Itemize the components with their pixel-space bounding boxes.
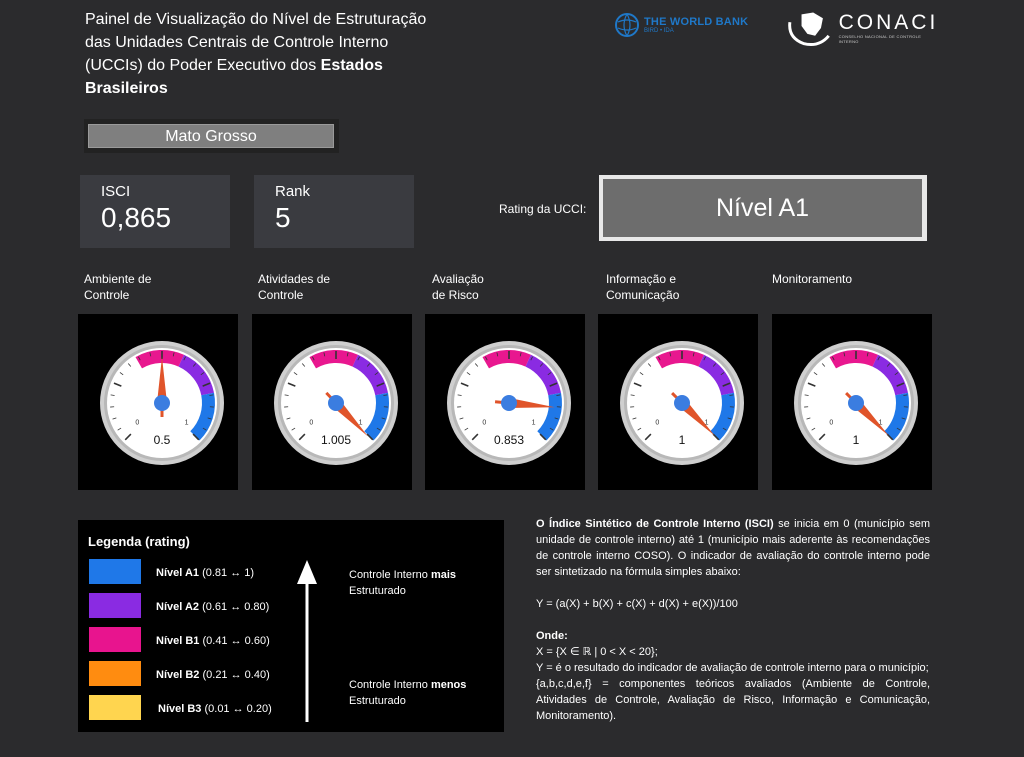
legend-swatch-b1 <box>89 627 141 652</box>
isci-label: ISCI <box>101 183 131 200</box>
legend-bottom-text: Controle Interno menos Estruturado <box>349 679 467 707</box>
description-intro: O Índice Sintético de Controle Interno (… <box>536 518 930 578</box>
legend-top-text: Controle Interno mais Estruturado <box>349 569 457 597</box>
gauge-value: 0.5 <box>154 433 171 447</box>
gauge-value: 0.853 <box>494 433 524 447</box>
rank-label: Rank <box>275 183 311 200</box>
gauge-monitoramento: 011 <box>772 314 932 490</box>
gauge-max-label: 1 <box>532 420 536 427</box>
conaci-sub: CONSELHO NACIONAL DE CONTROLE INTERNO <box>838 34 922 44</box>
gauge-label-atividades: Atividades de Controle <box>258 272 331 302</box>
legend-title: Legenda (rating) <box>88 534 190 549</box>
legend-item-b3: Nível B3 (0.01 ↔ 0.20) <box>158 703 272 715</box>
worldbank-name: THE WORLD BANK <box>644 16 749 28</box>
legend-swatch-b2 <box>89 661 141 686</box>
gauge-svg: 0 11 <box>794 341 918 465</box>
gauge-atividades: 0 1 1.005 <box>252 314 412 490</box>
description-line-x: X = {X ∈ ℝ | 0 < X < 20}; <box>536 646 658 658</box>
isci-card: ISCI 0,865 <box>80 175 230 248</box>
title-line: Painel de Visualização do Nível de Estru… <box>85 11 427 28</box>
gauge-avaliacao: 0 1 0.853 <box>425 314 585 490</box>
conaci-logo: CONACI CONSELHO NACIONAL DE CONTROLE INT… <box>786 8 940 48</box>
gauge-min-label: 0 <box>655 420 659 427</box>
gauge-svg: 0 11.005 <box>274 341 398 465</box>
gauge-svg: 0 1 0.853 <box>447 341 571 465</box>
globe-icon <box>615 13 639 37</box>
legend-item-b1: Nível B1 (0.41 ↔ 0.60) <box>156 635 270 647</box>
title-line: das Unidades Centrais de Controle Intern… <box>85 34 389 51</box>
gauge-label-ambiente: Ambiente de Controle <box>84 272 152 302</box>
rating-label: Rating da UCCI: <box>499 202 587 216</box>
legend-swatch-a1 <box>89 559 141 584</box>
rating-value: Nível A1 <box>603 179 922 237</box>
description-onde: Onde: <box>536 630 568 642</box>
description-formula: Y = (a(X) + b(X) + c(X) + d(X) + e(X))/1… <box>536 598 738 610</box>
rank-card: Rank 5 <box>254 175 414 248</box>
worldbank-logo: THE WORLD BANK BIRD • IDA <box>614 12 748 38</box>
gauge-svg: 0 10.5 <box>100 341 224 465</box>
rating-box: Nível A1 <box>599 175 927 241</box>
gauge-max-label: 1 <box>185 420 189 427</box>
isci-value: 0,865 <box>101 202 172 233</box>
title-line: Brasileiros <box>85 80 168 97</box>
gauge-hub <box>501 395 517 411</box>
gauge-label-monitoramento: Monitoramento <box>772 272 853 286</box>
logos: THE WORLD BANK BIRD • IDA CONACI CONSELH… <box>614 8 935 52</box>
gauge-informacao: 011 <box>598 314 758 490</box>
legend-item-a1: Nível A1 (0.81 ↔ 1) <box>156 567 255 579</box>
gauge-label-avaliacao: Avaliação de Risco <box>432 272 484 302</box>
description-line-y: Y = é o resultado do indicador de avalia… <box>536 662 929 674</box>
gauge-ambiente: 0 1 0.5 <box>78 314 238 490</box>
gauge-hub <box>848 395 864 411</box>
state-dropdown[interactable]: Mato Grosso <box>88 124 334 148</box>
gauge-min-label: 0 <box>829 420 833 427</box>
up-arrow-icon <box>297 560 317 722</box>
legend-panel: Legenda (rating) Nível A1 (0.81 ↔ 1) Nív… <box>78 520 504 732</box>
legend-item-b2: Nível B2 (0.21 ↔ 0.40) <box>156 669 270 681</box>
gauge-min-label: 0 <box>135 420 139 427</box>
legend-swatch-a2 <box>89 593 141 618</box>
gauge-svg: 0 11 <box>620 341 744 465</box>
brazil-map-icon <box>788 12 830 46</box>
gauge-min-label: 0 <box>482 420 486 427</box>
description-line-abc: {a,b,c,d,e,f} = componentes teóricos ava… <box>536 678 930 722</box>
title-line: (UCCIs) do Poder Executivo dos Estados <box>85 57 383 74</box>
worldbank-sub: BIRD • IDA <box>644 28 674 34</box>
rank-value: 5 <box>275 202 291 233</box>
gauge-value: 1 <box>679 433 686 447</box>
legend-item-a2: Nível A2 (0.61 ↔ 0.80) <box>156 601 270 613</box>
isci-description: O Índice Sintético de Controle Interno (… <box>536 516 930 724</box>
gauge-min-label: 0 <box>309 420 313 427</box>
conaci-name: CONACI <box>838 11 939 34</box>
page-title: Painel de Visualização do Nível de Estru… <box>85 8 485 100</box>
gauge-hub <box>154 395 170 411</box>
gauge-label-informacao: Informação e Comunicação <box>606 272 680 302</box>
gauge-hub <box>674 395 690 411</box>
gauge-hub <box>328 395 344 411</box>
legend-swatch-b3 <box>89 695 141 720</box>
gauge-value: 1.005 <box>321 433 351 447</box>
state-selector: Mato Grosso <box>84 119 339 153</box>
gauge-value: 1 <box>853 433 860 447</box>
